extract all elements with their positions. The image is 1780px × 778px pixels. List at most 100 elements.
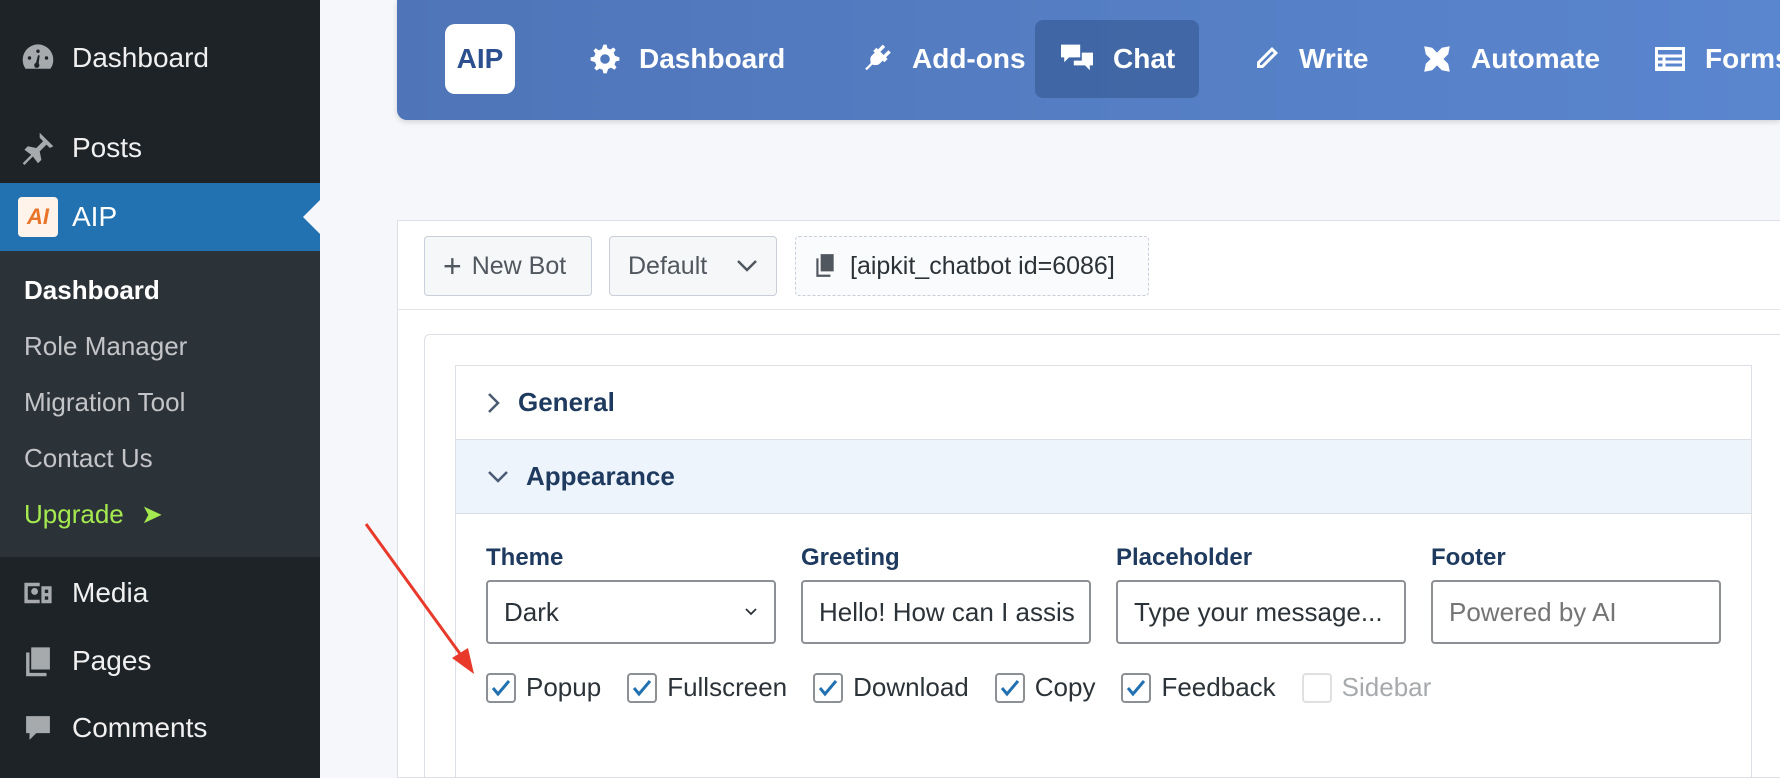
checkbox-label: Feedback bbox=[1161, 672, 1276, 702]
sidebar-item-label: Comments bbox=[72, 712, 208, 743]
accordion-general[interactable]: General bbox=[456, 366, 1751, 440]
submenu-item-contact-us[interactable]: Contact Us bbox=[24, 443, 153, 474]
divider bbox=[398, 309, 1780, 310]
nav-write[interactable]: Write bbox=[1227, 20, 1393, 98]
greeting-value: Hello! How can I assis bbox=[819, 596, 1075, 627]
sidebar-item-label: AIP bbox=[72, 201, 118, 232]
checkbox-label: Sidebar bbox=[1341, 672, 1432, 702]
plus-icon: + bbox=[443, 247, 462, 284]
placeholder-input[interactable]: Type your message... bbox=[1116, 580, 1406, 644]
submenu-item-role-manager[interactable]: Role Manager bbox=[24, 331, 187, 362]
sidebar-item-dashboard[interactable]: Dashboard bbox=[0, 30, 320, 86]
checkbox-label: Download bbox=[853, 672, 969, 702]
feature-checkboxes: Popup Fullscreen Download Copy Feedback bbox=[486, 672, 1457, 703]
checkbox-box[interactable] bbox=[486, 672, 516, 703]
nav-label: Forms bbox=[1705, 43, 1780, 74]
placeholder-label: Placeholder bbox=[1116, 544, 1253, 571]
theme-label: Theme bbox=[486, 544, 564, 571]
automate-icon bbox=[1424, 46, 1450, 72]
checkbox-label: Copy bbox=[1034, 672, 1096, 702]
placeholder-value: Type your message... bbox=[1134, 596, 1383, 627]
sidebar-item-label: Dashboard bbox=[72, 42, 209, 73]
download-checkbox[interactable]: Download bbox=[813, 672, 969, 703]
nav-forms[interactable]: Forms bbox=[1629, 20, 1780, 98]
nav-addons[interactable]: Add-ons bbox=[838, 20, 1050, 98]
shortcode-copy-button[interactable]: [aipkit_chatbot id=6086] bbox=[795, 236, 1149, 296]
copy-icon bbox=[816, 254, 834, 277]
sidebar-item-media[interactable]: Media bbox=[0, 565, 320, 621]
checkbox-box[interactable] bbox=[813, 672, 844, 703]
arrow-right-icon: ➤ bbox=[140, 499, 163, 529]
sidebar-checkbox[interactable]: Sidebar bbox=[1301, 672, 1432, 703]
nav-chat[interactable]: Chat bbox=[1035, 20, 1200, 98]
accordion-title: General bbox=[518, 387, 615, 417]
comment-bubble-icon bbox=[18, 708, 58, 748]
feedback-checkbox[interactable]: Feedback bbox=[1121, 672, 1276, 703]
plugin-top-nav: AIP Dashboard Add-ons Chat Write Automat… bbox=[397, 0, 1780, 120]
nav-label: Dashboard bbox=[639, 43, 786, 74]
checkbox-box[interactable] bbox=[627, 672, 658, 703]
checkmark-icon bbox=[491, 679, 511, 696]
nav-label: Add-ons bbox=[912, 43, 1026, 74]
admin-sidebar: Dashboard Posts AI AIP Dashboard Role Ma… bbox=[0, 0, 320, 778]
sidebar-item-comments[interactable]: Comments bbox=[0, 700, 320, 756]
sidebar-item-aip[interactable]: AI AIP bbox=[0, 183, 320, 251]
aip-icon-text: AI bbox=[27, 204, 49, 229]
nav-dashboard[interactable]: Dashboard bbox=[565, 20, 809, 98]
checkbox-label: Fullscreen bbox=[667, 672, 788, 702]
shortcode-text: [aipkit_chatbot id=6086] bbox=[850, 251, 1115, 280]
accordion-title: Appearance bbox=[526, 461, 675, 491]
chatbot-panel: + New Bot Default [aipkit_chatbot id=608… bbox=[397, 220, 1780, 778]
greeting-label: Greeting bbox=[801, 544, 900, 571]
checkbox-box[interactable] bbox=[994, 672, 1025, 703]
nav-label: Write bbox=[1299, 43, 1369, 74]
chevron-down-icon bbox=[737, 260, 757, 272]
upgrade-label: Upgrade bbox=[24, 499, 124, 529]
sidebar-item-label: Pages bbox=[72, 645, 152, 676]
copy-checkbox[interactable]: Copy bbox=[994, 672, 1096, 703]
pushpin-icon bbox=[18, 128, 58, 168]
checkmark-icon bbox=[1000, 679, 1019, 696]
sidebar-item-label: Media bbox=[72, 577, 149, 608]
sidebar-item-label: Posts bbox=[72, 132, 143, 163]
chevron-down-icon bbox=[745, 608, 757, 616]
sidebar-item-pages[interactable]: Pages bbox=[0, 633, 320, 689]
aip-logo[interactable]: AIP bbox=[445, 24, 515, 94]
gear-icon bbox=[590, 44, 620, 74]
checkmark-icon bbox=[1127, 679, 1146, 696]
sidebar-item-posts[interactable]: Posts bbox=[0, 120, 320, 176]
fullscreen-checkbox[interactable]: Fullscreen bbox=[627, 672, 787, 703]
bot-select-value: Default bbox=[628, 251, 708, 280]
checkmark-icon bbox=[818, 679, 838, 696]
media-icon bbox=[18, 573, 58, 613]
checkbox-label: Popup bbox=[526, 672, 602, 702]
popup-checkbox[interactable]: Popup bbox=[486, 672, 601, 703]
footer-input[interactable]: Powered by AI bbox=[1431, 580, 1721, 644]
bot-select[interactable]: Default bbox=[609, 236, 777, 296]
chevron-right-icon bbox=[488, 392, 500, 413]
chat-bubbles-icon bbox=[1061, 44, 1093, 71]
footer-placeholder: Powered by AI bbox=[1449, 596, 1617, 627]
greeting-input[interactable]: Hello! How can I assis bbox=[801, 580, 1091, 644]
submenu-item-migration-tool[interactable]: Migration Tool bbox=[24, 387, 185, 418]
checkbox-box[interactable] bbox=[1121, 672, 1152, 703]
checkmark-icon bbox=[633, 679, 652, 696]
submenu-item-dashboard[interactable]: Dashboard bbox=[24, 275, 160, 306]
accordion-appearance[interactable]: Appearance bbox=[456, 440, 1751, 514]
nav-label: Automate bbox=[1471, 43, 1601, 74]
footer-label: Footer bbox=[1431, 544, 1506, 571]
nav-automate[interactable]: Automate bbox=[1397, 20, 1624, 98]
pencil-icon bbox=[1257, 47, 1278, 68]
plug-icon bbox=[865, 44, 891, 71]
settings-accordion: General Appearance Theme Dark Greeting H… bbox=[455, 365, 1752, 778]
aip-submenu: Dashboard Role Manager Migration Tool Co… bbox=[0, 251, 320, 557]
new-bot-button[interactable]: + New Bot bbox=[424, 236, 592, 296]
theme-select[interactable]: Dark bbox=[486, 580, 776, 644]
chevron-down-icon bbox=[488, 470, 508, 483]
submenu-item-upgrade[interactable]: Upgrade ➤ bbox=[24, 499, 163, 530]
dashboard-icon bbox=[18, 38, 58, 78]
pages-icon bbox=[18, 641, 58, 681]
checkbox-box[interactable] bbox=[1301, 672, 1332, 703]
nav-label: Chat bbox=[1113, 43, 1176, 74]
settings-container: General Appearance Theme Dark Greeting H… bbox=[424, 334, 1780, 778]
